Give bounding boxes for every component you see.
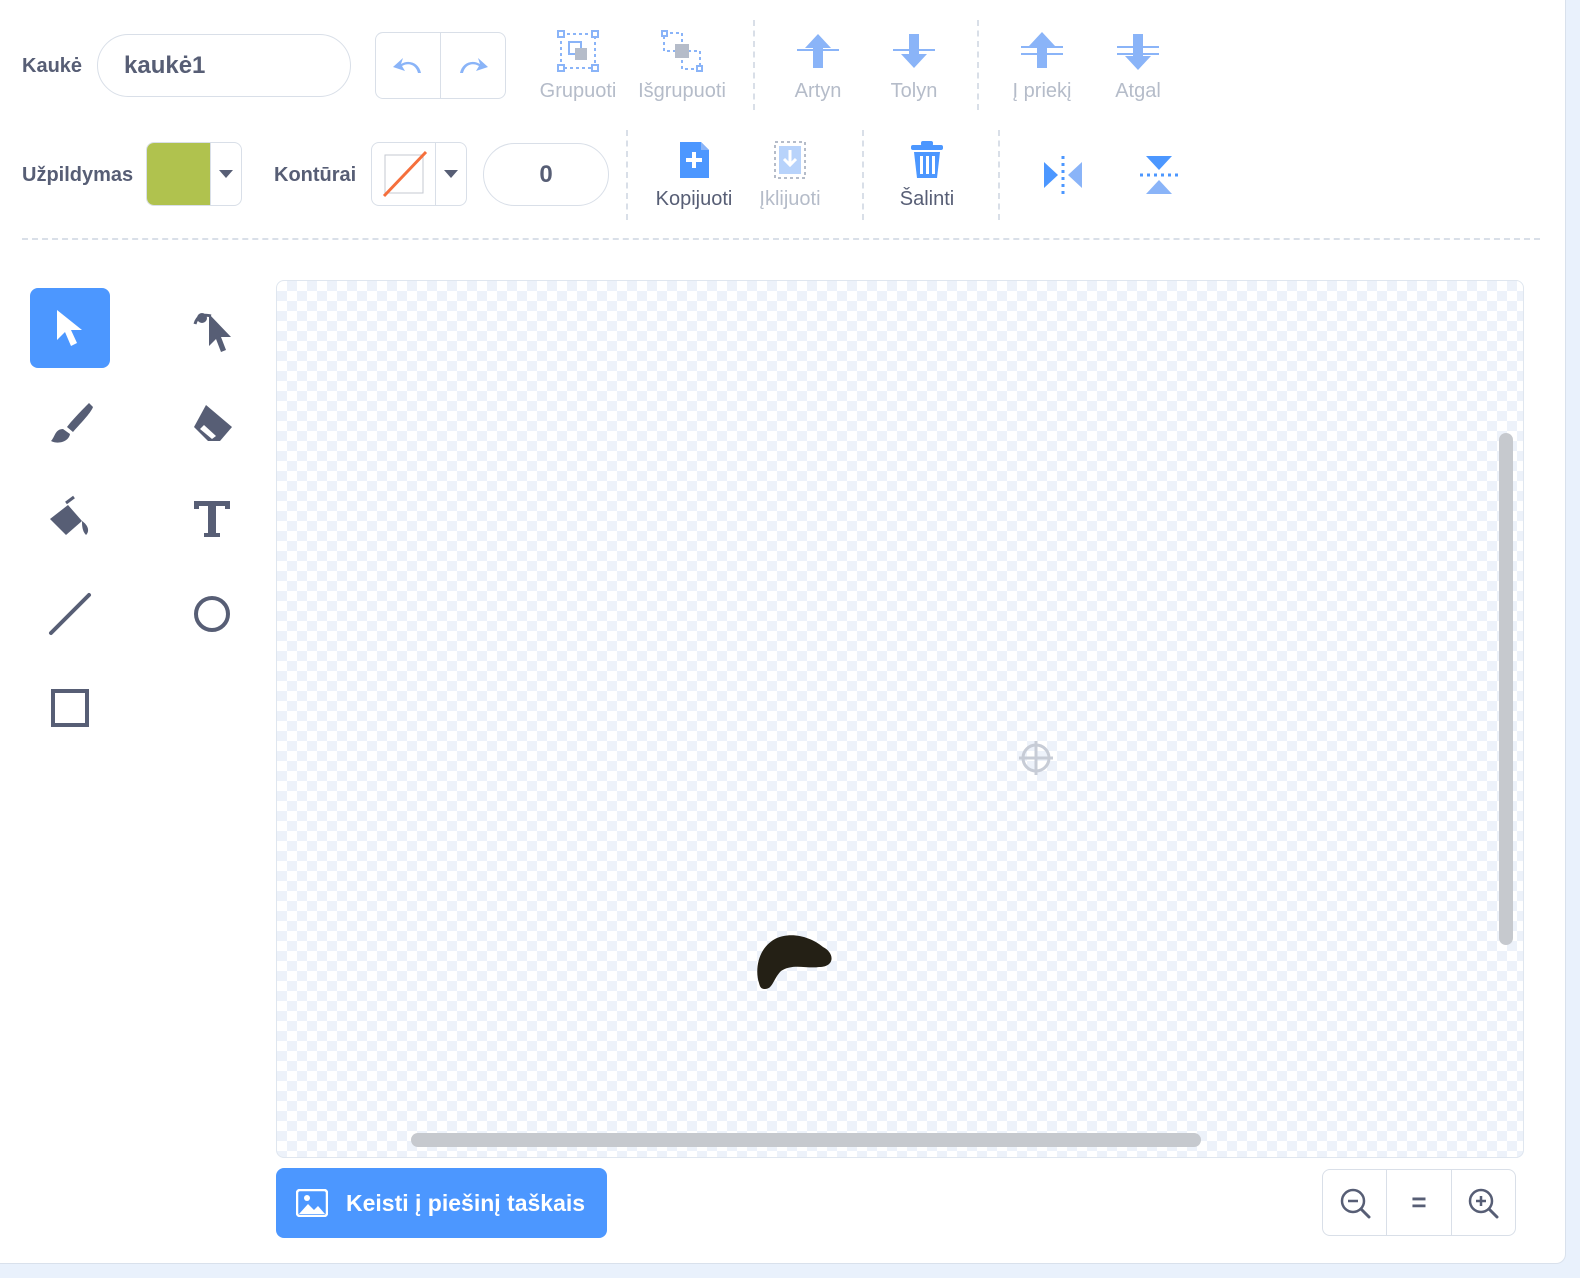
line-tool[interactable] — [30, 574, 110, 654]
text-tool[interactable] — [172, 478, 252, 558]
ungroup-label: Išgrupuoti — [638, 80, 726, 102]
undo-icon — [393, 57, 421, 73]
zoom-out-button[interactable] — [1323, 1170, 1388, 1235]
front-label: Į priekį — [1012, 80, 1072, 102]
group-label: Grupuoti — [539, 80, 617, 102]
ungroup-button[interactable]: Išgrupuoti — [634, 30, 730, 103]
separator — [626, 130, 628, 220]
paste-label: Įklijuoti — [759, 188, 821, 210]
redo-button[interactable] — [441, 33, 505, 98]
rectangle-tool[interactable] — [30, 668, 110, 748]
separator — [998, 130, 1000, 220]
flip-horizontal-button[interactable] — [1040, 152, 1086, 198]
group-icon — [557, 30, 599, 72]
delete-label: Šalinti — [899, 188, 955, 210]
costume-label: Kaukė — [22, 55, 83, 77]
forward-label: Artyn — [794, 80, 842, 102]
circle-tool[interactable] — [172, 574, 252, 654]
zoom-controls: = — [1322, 1169, 1516, 1236]
trash-icon — [911, 141, 943, 178]
caret-down-icon — [444, 170, 458, 178]
fill-tool[interactable] — [30, 478, 110, 558]
zoom-in-icon — [1469, 1188, 1499, 1218]
ungroup-icon — [661, 30, 703, 72]
select-tool[interactable] — [30, 288, 110, 368]
zoom-out-icon — [1340, 1188, 1371, 1218]
arrow-up-icon — [797, 34, 839, 68]
brush-icon — [51, 403, 93, 443]
eraser-tool[interactable] — [172, 384, 252, 464]
outline-width-input[interactable] — [483, 143, 609, 206]
flip-vertical-button[interactable] — [1136, 152, 1182, 198]
convert-label: Keisti į piešinį taškais — [346, 1189, 586, 1216]
copy-label: Kopijuoti — [655, 188, 733, 210]
toolbar-divider — [22, 238, 1540, 240]
outline-color-picker[interactable] — [371, 142, 467, 206]
delete-button[interactable]: Šalinti — [882, 140, 972, 211]
convert-to-bitmap-button[interactable]: Keisti į piešinį taškais — [276, 1168, 607, 1238]
reshape-tool[interactable] — [172, 288, 252, 368]
backward-label: Tolyn — [890, 80, 938, 102]
bring-to-front-icon — [1021, 32, 1063, 68]
crosshair-icon — [1019, 741, 1053, 775]
backward-button[interactable]: Tolyn — [874, 30, 954, 103]
outline-label: Kontūrai — [274, 164, 357, 186]
eraser-icon — [194, 405, 232, 441]
undo-button[interactable] — [376, 33, 441, 98]
forward-button[interactable]: Artyn — [778, 30, 858, 103]
fill-label: Užpildymas — [22, 164, 134, 186]
paste-icon — [774, 141, 806, 179]
fill-color-swatch[interactable] — [147, 143, 211, 205]
fill-dropdown[interactable] — [211, 143, 241, 205]
copy-button[interactable]: Kopijuoti — [648, 140, 740, 211]
back-label: Atgal — [1115, 80, 1161, 102]
copy-icon — [680, 142, 709, 178]
arrow-cursor-icon — [57, 310, 82, 346]
drawn-shape[interactable] — [753, 931, 837, 995]
vertical-scrollbar[interactable] — [1499, 433, 1513, 945]
send-to-back-icon — [1117, 34, 1159, 70]
paint-bucket-icon — [50, 495, 89, 535]
circle-icon — [194, 596, 230, 632]
fill-color-picker[interactable] — [146, 142, 242, 206]
costume-name-input[interactable] — [97, 34, 351, 97]
brush-tool[interactable] — [30, 384, 110, 464]
separator — [753, 20, 755, 110]
rectangle-icon — [51, 689, 89, 727]
outline-color-swatch[interactable] — [372, 143, 436, 205]
line-icon — [49, 593, 91, 635]
arrow-down-icon — [893, 34, 935, 68]
separator — [977, 20, 979, 110]
drawing-canvas[interactable] — [276, 280, 1524, 1158]
zoom-reset-button[interactable]: = — [1387, 1170, 1452, 1235]
outline-dropdown[interactable] — [436, 143, 466, 205]
caret-down-icon — [219, 170, 233, 178]
no-color-icon — [382, 150, 427, 198]
paint-editor: Kaukė Grupuoti — [0, 0, 1566, 1264]
flip-horizontal-icon — [1044, 156, 1082, 194]
text-t-icon — [194, 501, 230, 537]
redo-icon — [460, 57, 488, 73]
paste-button[interactable]: Įklijuoti — [744, 140, 836, 211]
front-button[interactable]: Į priekį — [1002, 30, 1082, 103]
undo-redo-group — [375, 32, 506, 99]
separator — [862, 130, 864, 220]
group-button[interactable]: Grupuoti — [530, 30, 626, 103]
reshape-icon — [193, 313, 231, 352]
zoom-in-button[interactable] — [1452, 1170, 1515, 1235]
flip-vertical-icon — [1140, 156, 1178, 194]
horizontal-scrollbar[interactable] — [411, 1133, 1201, 1147]
back-button[interactable]: Atgal — [1098, 30, 1178, 103]
image-icon — [296, 1189, 328, 1217]
